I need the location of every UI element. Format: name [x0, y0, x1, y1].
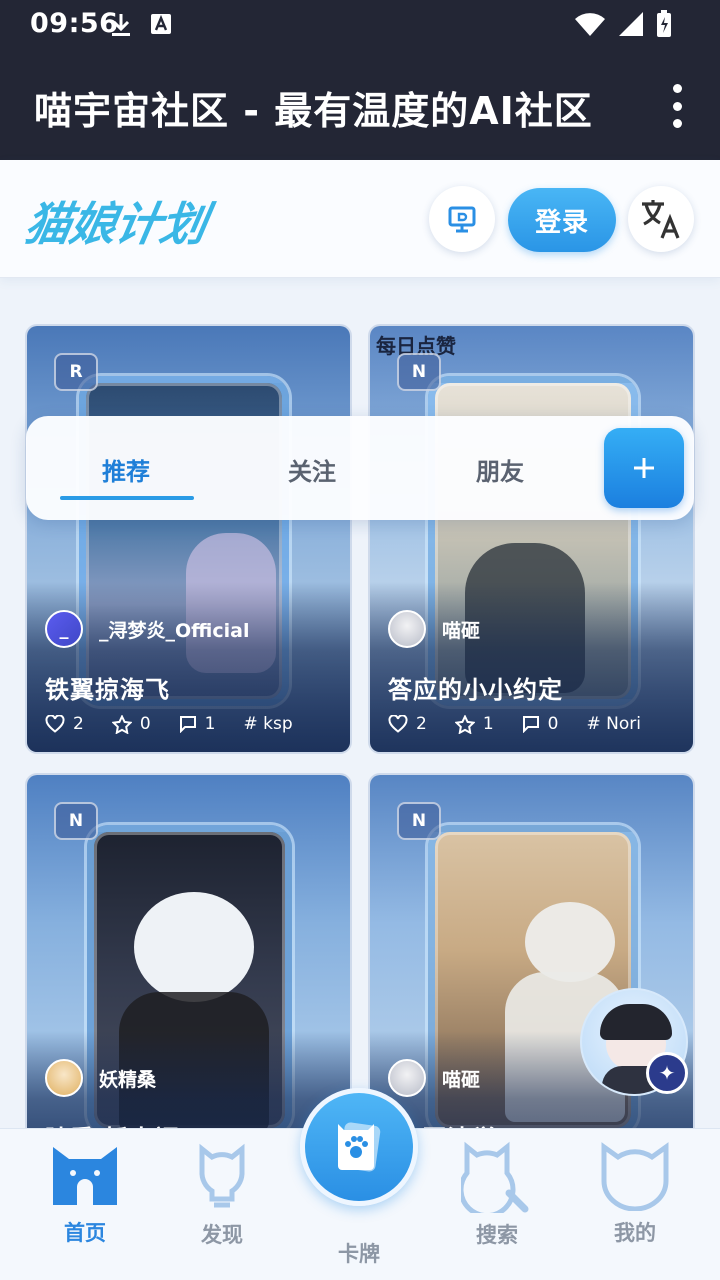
heart-icon[interactable] — [388, 715, 408, 733]
cards-paw-icon — [338, 1122, 381, 1172]
desktop-mode-button[interactable] — [429, 186, 495, 252]
search-cat-icon — [461, 1141, 529, 1213]
comment-count: 1 — [204, 714, 216, 734]
nav-search-label: 搜索 — [476, 1223, 518, 1247]
nav-cards-label: 卡牌 — [338, 1242, 380, 1266]
avatar — [388, 1059, 426, 1097]
card-author[interactable]: 喵砸 — [388, 610, 480, 648]
nav-home-label: 首页 — [64, 1221, 106, 1245]
card-author[interactable]: 喵砸 — [388, 1059, 480, 1097]
card-item[interactable]: N 妖精桑 陆重 娇幸福 — [25, 773, 352, 1128]
like-count: 2 — [73, 714, 84, 734]
rarity-badge: N — [397, 353, 441, 391]
card-author[interactable]: 妖精桑 — [45, 1059, 156, 1097]
plus-icon — [634, 458, 654, 478]
wifi-icon — [575, 13, 605, 37]
lightbulb-cat-icon — [199, 1143, 245, 1208]
author-name: 喵砸 — [442, 1068, 481, 1091]
sparkle-icon: ✦ — [646, 1052, 688, 1094]
card-title: 答应的小小约定 — [388, 676, 563, 704]
keyboard-a-icon — [151, 14, 171, 34]
comment-count: 0 — [547, 714, 559, 734]
star-icon[interactable] — [111, 714, 132, 734]
overflow-menu-icon[interactable] — [664, 84, 690, 128]
status-bar: 09:56 — [0, 0, 720, 50]
nav-profile-label: 我的 — [614, 1221, 656, 1245]
avatar — [45, 1059, 83, 1097]
like-count: 2 — [416, 714, 427, 734]
card-title: 陆重 娇幸福 — [45, 1119, 179, 1128]
card-stats: 2 0 1 # ksp — [45, 714, 293, 734]
tab-friends[interactable]: 朋友 — [476, 452, 524, 487]
avatar — [388, 610, 426, 648]
translate-button[interactable] — [628, 186, 694, 252]
star-count: 0 — [139, 714, 151, 734]
rarity-badge: R — [54, 353, 98, 391]
rarity-badge: N — [54, 802, 98, 840]
create-post-button[interactable] — [604, 428, 684, 508]
translate-icon — [642, 200, 680, 239]
site-header: 猫娘计划 登录 — [0, 160, 720, 278]
avatar: _ — [45, 610, 83, 648]
author-name: 喵砸 — [442, 619, 481, 642]
status-time: 09:56 — [30, 8, 119, 39]
nav-search[interactable]: 搜索 — [442, 1141, 552, 1249]
star-icon[interactable] — [454, 714, 475, 734]
card-title: 铁翼掠海飞 — [45, 676, 170, 704]
battery-charging-icon — [657, 10, 671, 37]
login-button[interactable]: 登录 — [508, 188, 616, 252]
signal-icon — [619, 12, 643, 36]
tab-following[interactable]: 关注 — [288, 452, 336, 487]
nav-cards[interactable] — [300, 1088, 418, 1206]
app-title: 喵宇宙社区 - 最有温度的AI社区 — [34, 89, 593, 133]
app-bar: 喵宇宙社区 - 最有温度的AI社区 — [0, 50, 720, 160]
feed-tabs: 推荐 关注 朋友 — [26, 416, 694, 520]
nav-home[interactable]: 首页 — [30, 1141, 140, 1247]
site-logo[interactable]: 猫娘计划 — [20, 188, 212, 254]
profile-cat-icon — [601, 1142, 669, 1211]
card-author[interactable]: _ _浔梦炎_Official — [45, 610, 249, 648]
card-tag[interactable]: # ksp — [243, 714, 292, 734]
nav-discover[interactable]: 发现 — [167, 1141, 277, 1249]
rarity-badge: N — [397, 802, 441, 840]
download-icon — [112, 14, 130, 36]
star-count: 1 — [482, 714, 494, 734]
heart-icon[interactable] — [45, 715, 65, 733]
monitor-icon — [448, 206, 476, 233]
nav-profile[interactable]: 我的 — [580, 1141, 690, 1247]
comment-icon[interactable] — [179, 715, 197, 733]
card-stats: 2 1 0 # Nori — [388, 714, 641, 734]
author-name: _浔梦炎_Official — [99, 619, 250, 642]
card-tag[interactable]: # Nori — [586, 714, 640, 734]
card-item[interactable]: R _ _浔梦炎_Official 铁翼掠海飞 2 0 1 # ksp — [25, 324, 352, 754]
nav-discover-label: 发现 — [201, 1223, 243, 1247]
home-cat-icon — [53, 1147, 117, 1205]
comment-icon[interactable] — [522, 715, 540, 733]
active-tab-indicator — [60, 496, 194, 500]
tab-recommend[interactable]: 推荐 — [102, 452, 150, 487]
ai-assistant-button[interactable]: ✦ — [580, 988, 688, 1114]
card-item[interactable]: 每日点赞 N 喵砸 答应的小小约定 2 1 0 # Nori — [368, 324, 695, 754]
author-name: 妖精桑 — [99, 1068, 157, 1091]
